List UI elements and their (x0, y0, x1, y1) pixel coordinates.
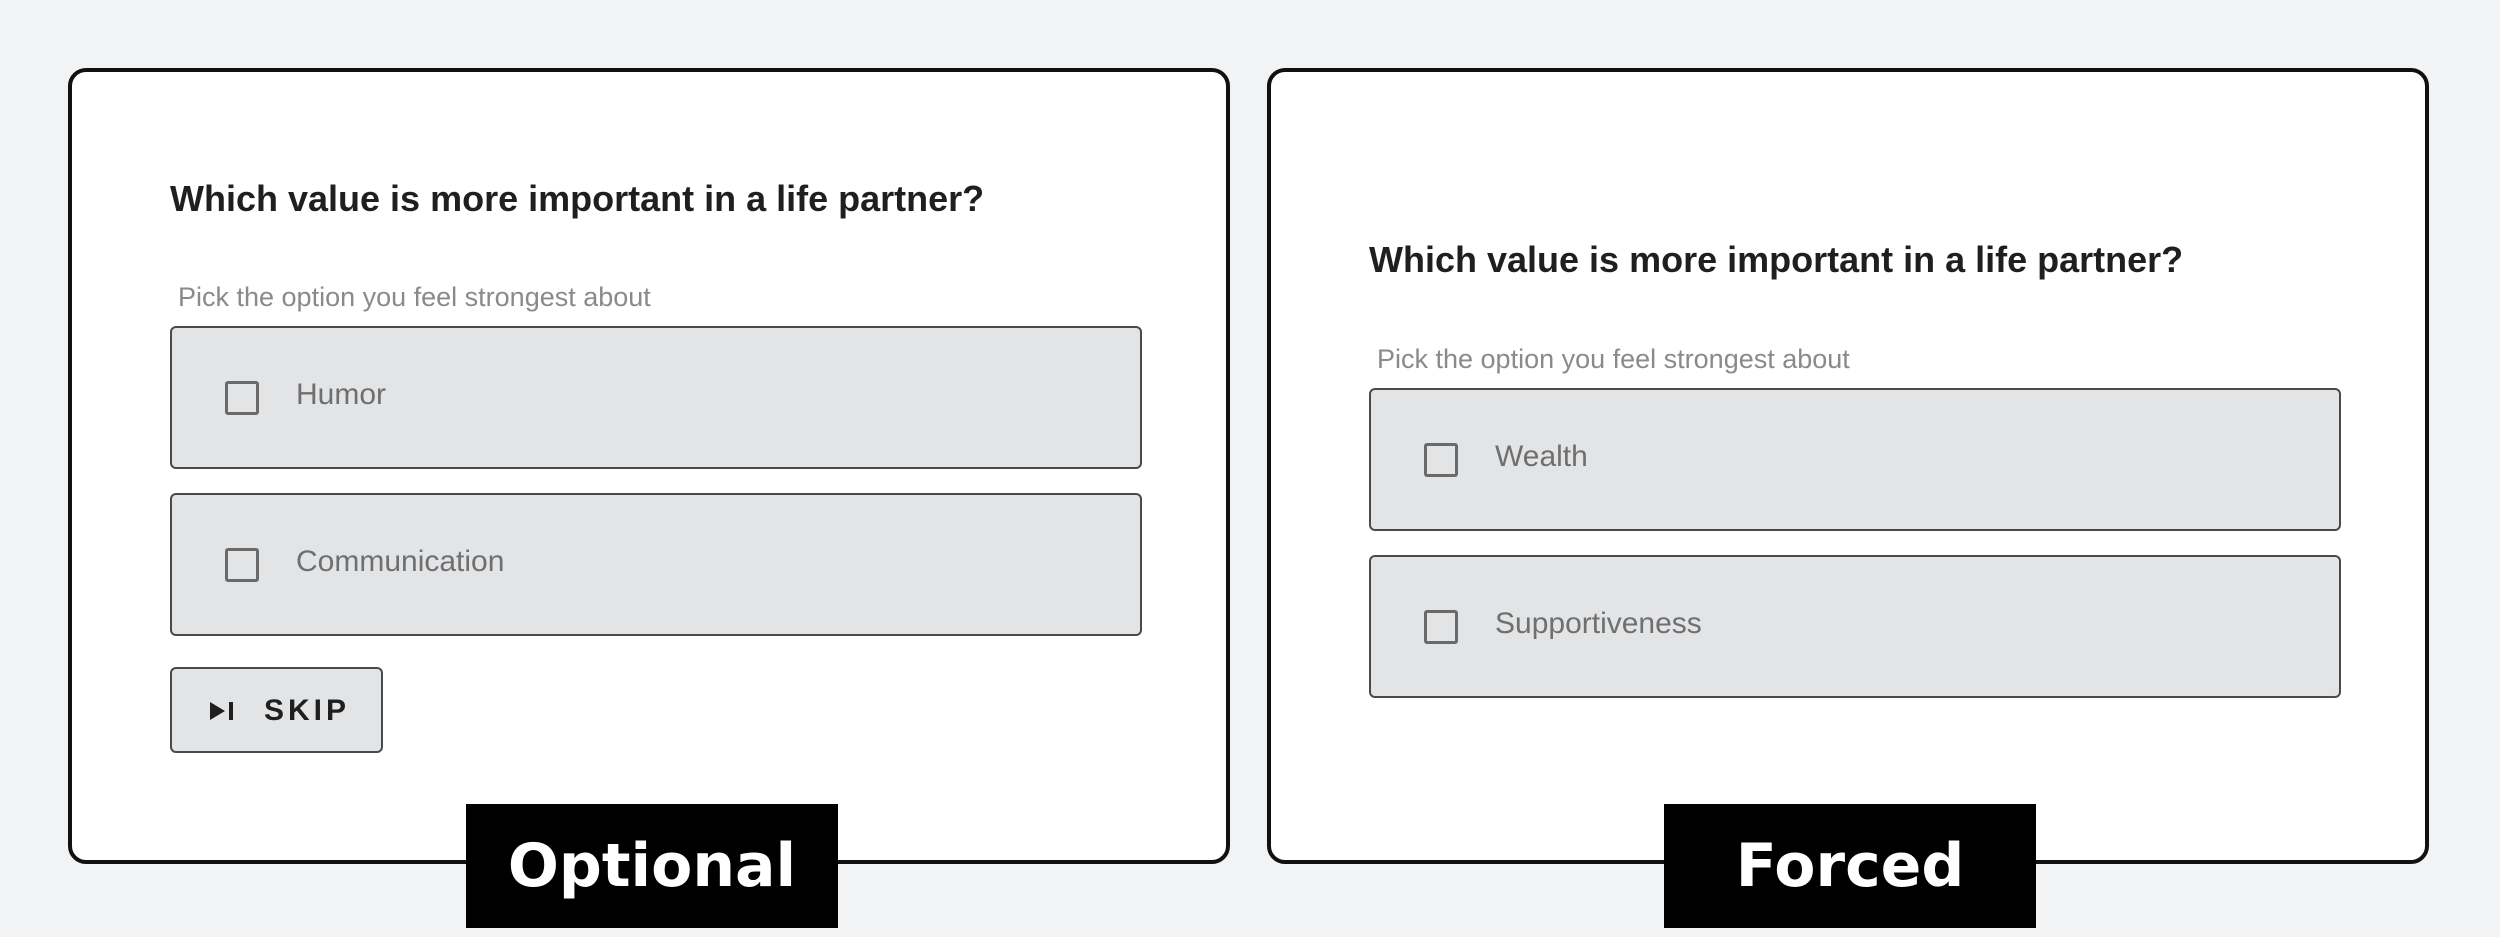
option-communication[interactable]: Communication (170, 493, 1142, 636)
option-label: Communication (296, 545, 505, 578)
option-label: Wealth (1495, 440, 1588, 473)
checkbox[interactable] (225, 548, 259, 582)
optional-survey-panel: Which value is more important in a life … (68, 68, 1230, 864)
forced-caption-tag: Forced (1664, 804, 2036, 928)
question-title: Which value is more important in a life … (170, 178, 985, 219)
checkbox[interactable] (1424, 443, 1458, 477)
option-label: Supportiveness (1495, 607, 1702, 640)
skip-button[interactable]: SKIP (170, 667, 383, 753)
checkbox[interactable] (225, 381, 259, 415)
checkbox[interactable] (1424, 610, 1458, 644)
skip-label: SKIP (264, 694, 351, 727)
question-hint: Pick the option you feel strongest about (178, 282, 651, 312)
question-hint: Pick the option you feel strongest about (1377, 344, 1850, 374)
option-label: Humor (296, 378, 387, 411)
option-wealth[interactable]: Wealth (1369, 388, 2341, 531)
question-title: Which value is more important in a life … (1369, 239, 2184, 280)
optional-caption-tag: Optional (466, 804, 838, 928)
option-humor[interactable]: Humor (170, 326, 1142, 469)
forced-survey-panel: Which value is more important in a life … (1267, 68, 2429, 864)
option-supportiveness[interactable]: Supportiveness (1369, 555, 2341, 698)
skip-next-icon (210, 702, 233, 720)
